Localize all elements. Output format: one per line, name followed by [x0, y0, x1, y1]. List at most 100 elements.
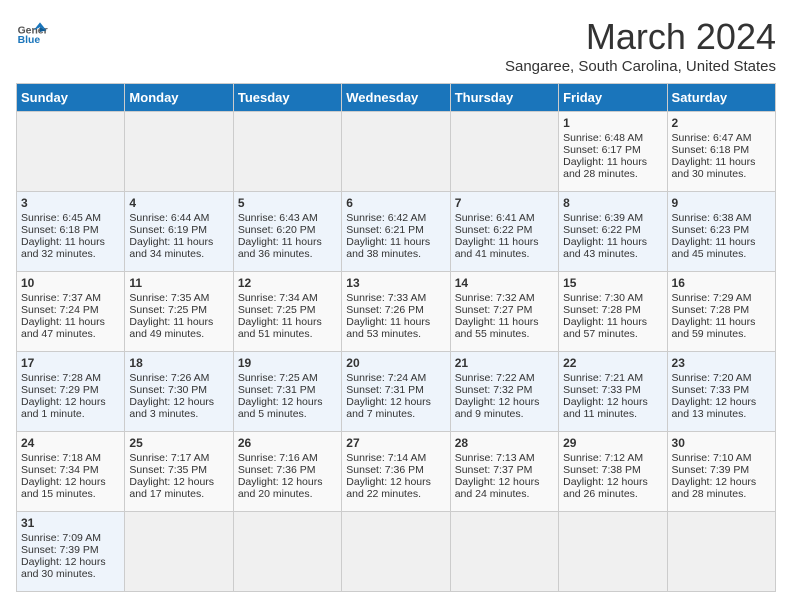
calendar-cell: 1Sunrise: 6:48 AM Sunset: 6:17 PM Daylig…	[559, 112, 667, 192]
calendar-cell	[125, 112, 233, 192]
page-header: General Blue March 2024 Sangaree, South …	[16, 16, 776, 75]
calendar-cell: 20 Sunrise: 7:24 AM Sunset: 7:31 PM Dayli…	[342, 352, 450, 432]
calendar-cell: 27 Sunrise: 7:14 AM Sunset: 7:36 PM Dayli…	[342, 432, 450, 512]
day-number: 1	[563, 116, 662, 130]
day-info: Sunrise: 7:32 AM Sunset: 7:27 PM Dayligh…	[455, 292, 539, 340]
calendar-week-1: 3Sunrise: 6:45 AM Sunset: 6:18 PM Daylig…	[17, 192, 776, 272]
day-number: 4	[129, 196, 228, 210]
day-info: Sunrise: 7:16 AM Sunset: 7:36 PM Dayligh…	[238, 452, 323, 500]
day-info: Sunrise: 7:35 AM Sunset: 7:25 PM Dayligh…	[129, 292, 213, 340]
calendar-cell: 22 Sunrise: 7:21 AM Sunset: 7:33 PM Dayli…	[559, 352, 667, 432]
calendar-cell: 12 Sunrise: 7:34 AM Sunset: 7:25 PM Dayli…	[233, 272, 341, 352]
calendar-cell: 18 Sunrise: 7:26 AM Sunset: 7:30 PM Dayli…	[125, 352, 233, 432]
calendar-cell: 11 Sunrise: 7:35 AM Sunset: 7:25 PM Dayli…	[125, 272, 233, 352]
day-info: Sunrise: 6:44 AM Sunset: 6:19 PM Dayligh…	[129, 212, 213, 260]
day-info: Sunrise: 7:21 AM Sunset: 7:33 PM Dayligh…	[563, 372, 648, 420]
day-number: 23	[672, 356, 771, 370]
day-info: Sunrise: 7:20 AM Sunset: 7:33 PM Dayligh…	[672, 372, 757, 420]
day-number: 12	[238, 276, 337, 290]
day-number: 31	[21, 516, 120, 530]
calendar-cell	[667, 512, 775, 592]
day-info: Sunrise: 7:09 AM Sunset: 7:39 PM Dayligh…	[21, 532, 106, 580]
day-info: Sunrise: 7:33 AM Sunset: 7:26 PM Dayligh…	[346, 292, 430, 340]
calendar-cell: 10Sunrise: 7:37 AM Sunset: 7:24 PM Dayli…	[17, 272, 125, 352]
calendar-cell: 15 Sunrise: 7:30 AM Sunset: 7:28 PM Dayli…	[559, 272, 667, 352]
logo-icon: General Blue	[16, 16, 48, 48]
day-number: 11	[129, 276, 228, 290]
calendar-cell: 30 Sunrise: 7:10 AM Sunset: 7:39 PM Dayli…	[667, 432, 775, 512]
weekday-header-thursday: Thursday	[450, 84, 558, 112]
day-number: 14	[455, 276, 554, 290]
day-number: 24	[21, 436, 120, 450]
calendar-cell: 23 Sunrise: 7:20 AM Sunset: 7:33 PM Dayli…	[667, 352, 775, 432]
day-number: 15	[563, 276, 662, 290]
day-number: 13	[346, 276, 445, 290]
day-info: Sunrise: 6:41 AM Sunset: 6:22 PM Dayligh…	[455, 212, 539, 260]
calendar-cell: 6Sunrise: 6:42 AM Sunset: 6:21 PM Daylig…	[342, 192, 450, 272]
calendar-cell	[559, 512, 667, 592]
day-number: 5	[238, 196, 337, 210]
day-info: Sunrise: 7:37 AM Sunset: 7:24 PM Dayligh…	[21, 292, 105, 340]
day-number: 21	[455, 356, 554, 370]
calendar-cell: 5 Sunrise: 6:43 AM Sunset: 6:20 PM Daylig…	[233, 192, 341, 272]
day-number: 16	[672, 276, 771, 290]
day-info: Sunrise: 6:39 AM Sunset: 6:22 PM Dayligh…	[563, 212, 647, 260]
day-info: Sunrise: 7:34 AM Sunset: 7:25 PM Dayligh…	[238, 292, 322, 340]
calendar-table: SundayMondayTuesdayWednesdayThursdayFrid…	[16, 83, 776, 592]
day-number: 18	[129, 356, 228, 370]
logo: General Blue	[16, 16, 48, 48]
calendar-cell: 7 Sunrise: 6:41 AM Sunset: 6:22 PM Daylig…	[450, 192, 558, 272]
day-info: Sunrise: 7:30 AM Sunset: 7:28 PM Dayligh…	[563, 292, 647, 340]
day-info: Sunrise: 7:14 AM Sunset: 7:36 PM Dayligh…	[346, 452, 431, 500]
day-number: 28	[455, 436, 554, 450]
day-info: Sunrise: 7:10 AM Sunset: 7:39 PM Dayligh…	[672, 452, 757, 500]
calendar-cell: 17 Sunrise: 7:28 AM Sunset: 7:29 PM Dayli…	[17, 352, 125, 432]
day-number: 27	[346, 436, 445, 450]
day-number: 30	[672, 436, 771, 450]
calendar-cell	[125, 512, 233, 592]
day-number: 20	[346, 356, 445, 370]
day-number: 19	[238, 356, 337, 370]
day-number: 3	[21, 196, 120, 210]
calendar-cell: 8Sunrise: 6:39 AM Sunset: 6:22 PM Daylig…	[559, 192, 667, 272]
calendar-cell: 29 Sunrise: 7:12 AM Sunset: 7:38 PM Dayli…	[559, 432, 667, 512]
day-info: Sunrise: 7:29 AM Sunset: 7:28 PM Dayligh…	[672, 292, 756, 340]
calendar-cell: 24Sunrise: 7:18 AM Sunset: 7:34 PM Dayli…	[17, 432, 125, 512]
day-info: Sunrise: 7:25 AM Sunset: 7:31 PM Dayligh…	[238, 372, 323, 420]
calendar-cell	[450, 112, 558, 192]
calendar-week-5: 31 Sunrise: 7:09 AM Sunset: 7:39 PM Dayli…	[17, 512, 776, 592]
weekday-header-wednesday: Wednesday	[342, 84, 450, 112]
calendar-cell: 3Sunrise: 6:45 AM Sunset: 6:18 PM Daylig…	[17, 192, 125, 272]
weekday-header-friday: Friday	[559, 84, 667, 112]
day-info: Sunrise: 7:26 AM Sunset: 7:30 PM Dayligh…	[129, 372, 214, 420]
calendar-cell	[450, 512, 558, 592]
calendar-cell: 19 Sunrise: 7:25 AM Sunset: 7:31 PM Dayli…	[233, 352, 341, 432]
calendar-cell	[342, 112, 450, 192]
day-info: Sunrise: 7:12 AM Sunset: 7:38 PM Dayligh…	[563, 452, 648, 500]
weekday-header-tuesday: Tuesday	[233, 84, 341, 112]
calendar-cell: 2Sunrise: 6:47 AM Sunset: 6:18 PM Daylig…	[667, 112, 775, 192]
calendar-week-0: 1Sunrise: 6:48 AM Sunset: 6:17 PM Daylig…	[17, 112, 776, 192]
weekday-header-monday: Monday	[125, 84, 233, 112]
calendar-cell: 9Sunrise: 6:38 AM Sunset: 6:23 PM Daylig…	[667, 192, 775, 272]
calendar-week-3: 17 Sunrise: 7:28 AM Sunset: 7:29 PM Dayli…	[17, 352, 776, 432]
day-number: 7	[455, 196, 554, 210]
calendar-week-2: 10Sunrise: 7:37 AM Sunset: 7:24 PM Dayli…	[17, 272, 776, 352]
calendar-cell: 16 Sunrise: 7:29 AM Sunset: 7:28 PM Dayli…	[667, 272, 775, 352]
day-info: Sunrise: 6:42 AM Sunset: 6:21 PM Dayligh…	[346, 212, 430, 260]
day-info: Sunrise: 7:28 AM Sunset: 7:29 PM Dayligh…	[21, 372, 106, 420]
day-number: 17	[21, 356, 120, 370]
weekday-header-sunday: Sunday	[17, 84, 125, 112]
calendar-cell	[17, 112, 125, 192]
day-number: 26	[238, 436, 337, 450]
day-info: Sunrise: 7:24 AM Sunset: 7:31 PM Dayligh…	[346, 372, 431, 420]
calendar-week-4: 24Sunrise: 7:18 AM Sunset: 7:34 PM Dayli…	[17, 432, 776, 512]
svg-text:Blue: Blue	[18, 35, 41, 46]
calendar-cell: 26 Sunrise: 7:16 AM Sunset: 7:36 PM Dayli…	[233, 432, 341, 512]
calendar-cell: 14 Sunrise: 7:32 AM Sunset: 7:27 PM Dayli…	[450, 272, 558, 352]
day-number: 22	[563, 356, 662, 370]
day-number: 25	[129, 436, 228, 450]
day-info: Sunrise: 7:17 AM Sunset: 7:35 PM Dayligh…	[129, 452, 214, 500]
day-info: Sunrise: 6:43 AM Sunset: 6:20 PM Dayligh…	[238, 212, 322, 260]
day-number: 29	[563, 436, 662, 450]
